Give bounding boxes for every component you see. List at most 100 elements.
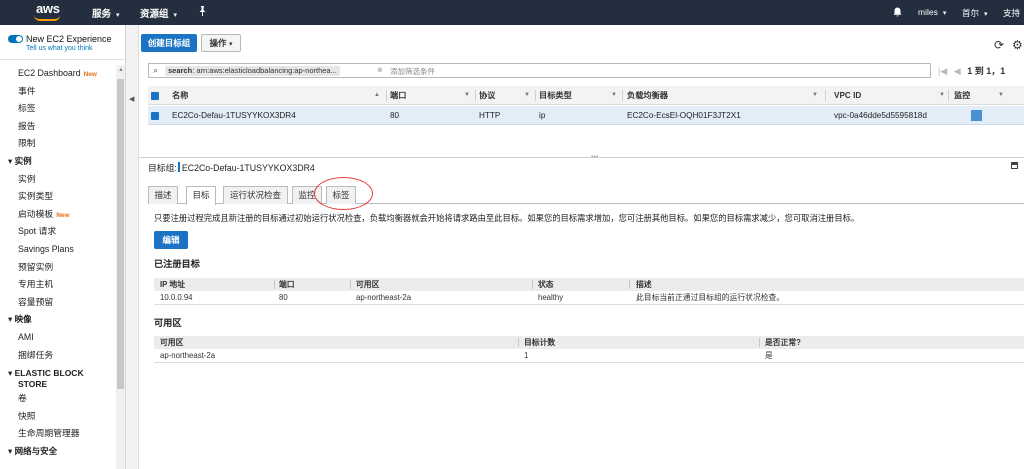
sidebar-collapse-strip[interactable]: ◀: [126, 25, 139, 469]
pagination-range: 1 到 1，1: [967, 66, 1006, 76]
sidebar-item[interactable]: 实例类型: [0, 188, 116, 206]
bell-icon[interactable]: [893, 7, 902, 19]
sidebar-item[interactable]: Spot 请求: [0, 223, 116, 241]
pane-splitter[interactable]: • • •: [139, 154, 1024, 161]
new-experience-toggle[interactable]: [8, 35, 23, 43]
cell-status: healthy: [538, 293, 564, 302]
sidebar-section-header[interactable]: ▾ ELASTIC BLOCK STORE: [0, 364, 116, 390]
table-row[interactable]: EC2Co-Defau-1TUSYYKOX3DR4 80 HTTP ip EC2…: [148, 106, 1024, 125]
sort-icon[interactable]: ▼: [998, 86, 1004, 105]
sort-asc-icon[interactable]: ▲: [374, 86, 380, 105]
resource-groups-menu[interactable]: 资源组 ▾: [140, 6, 177, 20]
filter-token-key: search: [168, 66, 193, 75]
sidebar-item[interactable]: 容量预留: [0, 294, 116, 312]
services-menu[interactable]: 服务 ▾: [92, 6, 120, 20]
maximize-panel-icon[interactable]: [1011, 162, 1018, 169]
table-row: ap-northeast-2a 1 是: [154, 349, 1024, 363]
create-target-group-button[interactable]: 创建目标组: [141, 34, 197, 52]
select-all-checkbox[interactable]: [151, 92, 159, 100]
sidebar-divider: [0, 59, 125, 60]
col-load-balancer[interactable]: 负载均衡器: [627, 86, 668, 105]
sidebar-item[interactable]: 实例: [0, 171, 116, 189]
tab-targets[interactable]: 目标: [186, 186, 216, 205]
sidebar-item[interactable]: 捆绑任务: [0, 347, 116, 365]
region-menu[interactable]: 首尔 ▾: [962, 7, 988, 19]
caret-down-icon: ▾: [8, 314, 15, 325]
sidebar-item[interactable]: 专用主机: [0, 276, 116, 294]
first-page-icon[interactable]: |◀: [938, 66, 947, 76]
sidebar-item-label: Savings Plans: [18, 243, 74, 254]
col-protocol[interactable]: 协议: [479, 86, 495, 105]
col-target-type[interactable]: 目标类型: [539, 86, 572, 105]
sidebar-item-label: 启动模板: [18, 208, 54, 219]
scroll-up-icon[interactable]: ▲: [118, 67, 124, 73]
sidebar-item[interactable]: 事件: [0, 83, 116, 101]
col-monitoring[interactable]: 监控: [954, 86, 970, 105]
sidebar-item[interactable]: 快照: [0, 408, 116, 426]
cell-ip: 10.0.0.94: [160, 293, 193, 302]
refresh-icon[interactable]: ⟳: [994, 38, 1004, 52]
sidebar-item[interactable]: AMI: [0, 329, 116, 347]
support-menu[interactable]: 支持: [1003, 7, 1020, 19]
sidebar-item[interactable]: 限制: [0, 135, 116, 153]
tab-description[interactable]: 描述: [148, 186, 178, 204]
sidebar-item[interactable]: 卷: [0, 390, 116, 408]
tab-monitoring[interactable]: 监控: [292, 186, 322, 204]
remove-filter-icon[interactable]: ⊗: [377, 66, 383, 74]
monitoring-icon[interactable]: [971, 110, 982, 121]
sort-icon[interactable]: ▼: [812, 86, 818, 105]
scrollbar-thumb[interactable]: [117, 79, 124, 389]
sort-icon[interactable]: ▼: [524, 86, 530, 105]
sidebar-section-header[interactable]: ▾ 映像: [0, 311, 116, 329]
chevron-down-icon: ▾: [173, 12, 178, 19]
sidebar-item[interactable]: 生命周期管理器: [0, 425, 116, 443]
col-vpc-id[interactable]: VPC ID: [834, 86, 861, 105]
resource-groups-label: 资源组: [140, 9, 169, 20]
tab-health-checks[interactable]: 运行状况检查: [223, 186, 288, 204]
col-name[interactable]: 名称: [172, 86, 188, 105]
chevron-down-icon: ▾: [228, 41, 233, 48]
sidebar-item[interactable]: 报告: [0, 118, 116, 136]
collapse-left-icon[interactable]: ◀: [129, 95, 134, 103]
row-checkbox[interactable]: [151, 112, 159, 120]
sidebar-item[interactable]: 标签: [0, 100, 116, 118]
cell-load-balancer[interactable]: EC2Co-EcsEl-OQH01F3JT2X1: [627, 106, 741, 125]
sidebar-item-label: AMI: [18, 331, 34, 342]
sidebar-item-label: 预留实例: [18, 261, 54, 272]
col-port[interactable]: 端口: [390, 86, 406, 105]
sidebar-item-label: 专用主机: [18, 279, 54, 290]
settings-gear-icon[interactable]: ⚙: [1012, 38, 1023, 52]
sidebar-item-label: 实例类型: [18, 191, 54, 202]
user-menu[interactable]: miles ▾: [918, 7, 946, 17]
sidebar-item[interactable]: EC2 Dashboard New: [0, 65, 116, 83]
drag-handle-icon[interactable]: • • •: [591, 154, 598, 161]
tab-tags[interactable]: 标签: [326, 186, 356, 204]
filter-placeholder[interactable]: 添加筛选条件: [390, 66, 435, 77]
sidebar-scrollbar[interactable]: ▲: [116, 65, 125, 469]
sort-icon[interactable]: ▼: [464, 86, 470, 105]
filter-token[interactable]: search: arn:aws:elasticloadbalancing:ap-…: [165, 66, 340, 76]
sidebar-item[interactable]: Savings Plans: [0, 241, 116, 259]
sort-icon[interactable]: ▼: [611, 86, 617, 105]
sidebar-section-header[interactable]: ▾ 实例: [0, 153, 116, 171]
cell-port: 80: [279, 293, 288, 302]
sidebar-item[interactable]: 预留实例: [0, 259, 116, 277]
search-filter-box[interactable]: ⌕ search: arn:aws:elasticloadbalancing:a…: [148, 63, 931, 78]
column-divider: [535, 90, 536, 101]
column-divider: [629, 280, 630, 289]
sidebar-item-label: Spot 请求: [18, 226, 57, 237]
sort-icon[interactable]: ▼: [939, 86, 945, 105]
edit-button[interactable]: 编辑: [154, 231, 188, 249]
aws-logo[interactable]: aws: [36, 1, 60, 16]
cell-vpc-id[interactable]: vpc-0a46dde5d5595818d: [834, 106, 927, 125]
caret-down-icon: ▾: [8, 368, 15, 379]
sidebar-item-label: 卷: [18, 393, 27, 404]
pin-icon[interactable]: [198, 6, 207, 19]
prev-page-icon[interactable]: ◀: [954, 66, 961, 76]
feedback-link[interactable]: Tell us what you think: [26, 45, 93, 52]
sidebar-item[interactable]: 启动模板 New: [0, 206, 116, 224]
actions-button[interactable]: 操作 ▾: [201, 34, 241, 52]
column-divider: [622, 90, 623, 101]
sidebar-item-label: EC2 Dashboard: [18, 68, 81, 78]
sidebar-section-header[interactable]: ▾ 网络与安全: [0, 443, 116, 461]
